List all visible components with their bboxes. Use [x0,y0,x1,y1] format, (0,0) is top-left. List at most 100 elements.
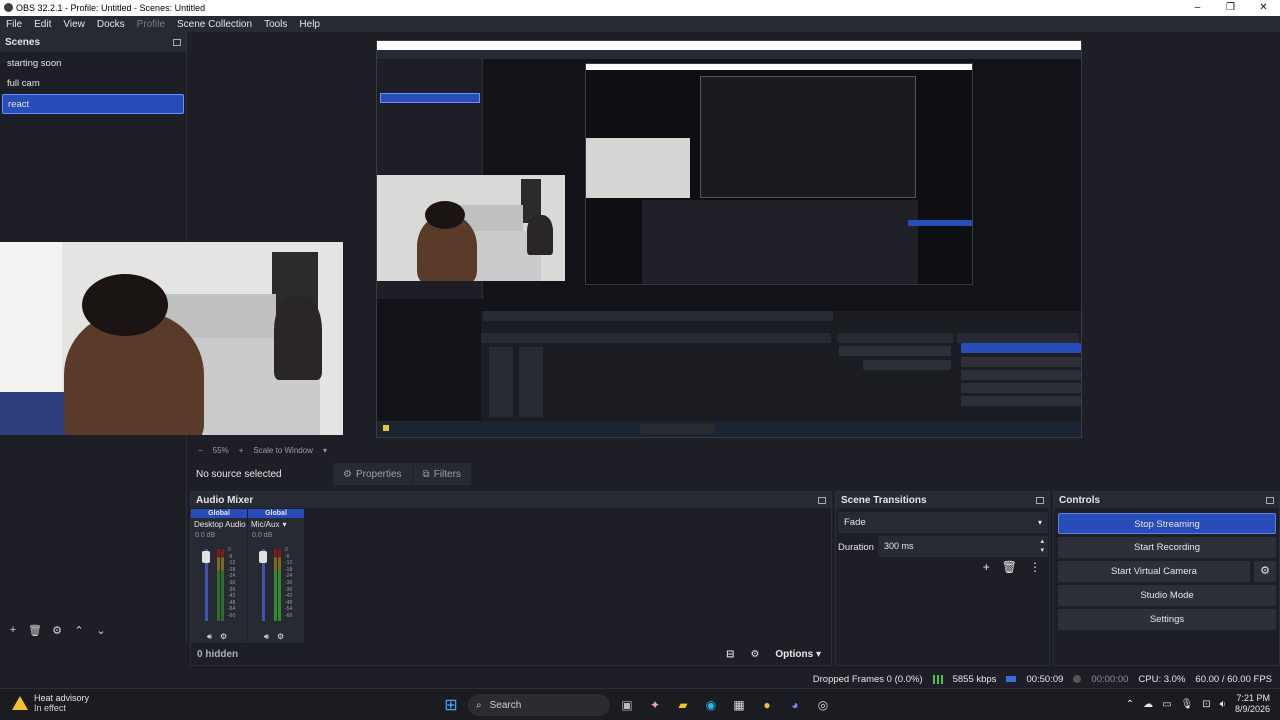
file-explorer-icon[interactable]: ▰ [672,694,694,716]
maximize-button[interactable]: ❐ [1214,0,1247,16]
chevron-down-icon[interactable]: ▾ [323,446,327,455]
start-virtual-camera-button[interactable]: Start Virtual Camera [1058,561,1250,582]
controls-header: Controls ⧉ [1054,492,1279,508]
transition-actions: + 🗑 ⋮ [983,560,1041,574]
volume-meter[interactable]: 0 -6 -12 -18 -24 -30 -36 -42 -48 -54 -60 [202,547,245,621]
scene-item-react[interactable]: react [2,94,184,114]
weather-title: Heat advisory [34,693,90,703]
volume-icon[interactable]: 🔉︎ [1220,699,1226,710]
speaker-icon[interactable]: 🔊︎ [264,632,269,642]
clock-time: 7:21 PM [1236,693,1270,703]
meter-scale-12: -12 [285,560,293,567]
preview-zoom-bar: − 55% + Scale to Window ▾ [188,442,893,458]
menu-file[interactable]: File [0,19,28,30]
channel-global-label: Global [191,509,247,518]
menu-edit[interactable]: Edit [28,19,57,30]
meter-scale-30: -30 [228,579,236,586]
settings-button[interactable]: Settings [1058,609,1276,630]
menu-docks[interactable]: Docks [91,19,131,30]
chevron-down-icon: ▾ [1037,518,1042,527]
clock-date: 8/9/2026 [1234,704,1270,714]
chevron-up-icon[interactable]: ⌃ [1126,699,1134,710]
undock-icon[interactable]: ⧉ [1036,496,1044,504]
spin-arrows-icon[interactable]: ▴ ▾ [1040,537,1044,555]
record-time: 00:00:00 [1091,673,1129,685]
menu-view[interactable]: View [57,19,91,30]
copilot-icon[interactable]: ✦ [644,694,666,716]
layout-icon[interactable]: ⊟ [726,649,734,660]
store-icon[interactable]: ▦ [728,694,750,716]
add-scene-icon[interactable]: + [4,624,22,636]
remove-scene-icon[interactable]: 🗑 [26,624,44,637]
network-icon[interactable]: ⊡ [1202,699,1210,710]
virtual-camera-settings-icon[interactable]: ⚙ [1254,561,1276,582]
move-up-icon[interactable]: ⌃ [70,624,88,637]
scene-filters-icon[interactable]: ⚙ [48,624,66,637]
scale-mode-select[interactable]: Scale to Window [253,446,313,455]
menu-tools[interactable]: Tools [258,19,293,30]
menu-scene-collection[interactable]: Scene Collection [171,19,258,30]
filters-button[interactable]: ⧉ Filters [411,463,471,485]
task-view-icon[interactable]: ▣ [616,694,638,716]
screen-capture-source[interactable] [376,40,1082,438]
zoom-out-icon[interactable]: − [198,446,203,455]
scene-item-full-cam[interactable]: full cam [2,74,184,94]
scenes-toolbar: + 🗑 ⚙ ⌃ ⌄ [0,618,187,642]
display-icon[interactable]: ▭ [1162,699,1171,710]
transition-select[interactable]: Fade ▾ [838,512,1048,533]
volume-meter[interactable]: 0 -6 -12 -18 -24 -30 -36 -42 -48 -54 -60 [259,547,302,621]
taskbar-search[interactable]: ⌕ Search [468,694,610,716]
channel-settings-icon[interactable]: ⚙ [277,632,284,642]
channel-name[interactable]: Desktop Audio ▾ [191,520,253,529]
warning-icon [12,696,28,710]
trash-icon[interactable]: 🗑 [1002,560,1017,574]
nested-docks [481,311,1081,429]
channel-volume-db: 0.0 dB [252,532,273,539]
channel-settings-icon[interactable]: ⚙ [220,632,227,642]
meter-scale-18: -18 [228,566,236,573]
windows-start-icon[interactable]: ⊞ [440,694,462,716]
more-options-icon[interactable]: ⋮ [1029,560,1041,574]
speaker-icon[interactable]: 🔊︎ [207,632,212,642]
microphone-icon[interactable]: 🎙︎ [1181,699,1194,710]
undock-icon[interactable]: ⧉ [1266,496,1274,504]
bitrate: 5855 kbps [952,673,997,685]
webcam-source[interactable] [0,242,343,435]
zoom-level: 55% [212,445,229,455]
edge-icon[interactable]: ◉ [700,694,722,716]
channel-name[interactable]: Mic/Aux ▾ [248,520,304,529]
minimize-button[interactable]: – [1181,0,1214,16]
meter-scale-48: -48 [228,599,236,606]
menu-help[interactable]: Help [293,19,326,30]
mixer-channel-desktop-audio: Global Desktop Audio ▾ 0.0 dB 0 -6 -12 -… [191,509,253,643]
advanced-audio-icon[interactable]: ⚙ [750,649,759,660]
windows-taskbar: Heat advisory In effect ⊞ ⌕ Search ▣ ✦ ▰… [0,688,1280,720]
properties-button[interactable]: ⚙ Properties [332,463,412,485]
scene-item-starting-soon[interactable]: starting soon [2,54,184,74]
options-button[interactable]: Options ▾ [775,649,821,660]
weather-widget[interactable]: Heat advisory In effect [12,693,89,713]
chrome-icon[interactable]: ● [756,694,778,716]
obs-taskbar-icon[interactable]: ◎ [812,694,834,716]
dropped-frames: Dropped Frames 0 (0.0%) [812,673,923,685]
start-recording-button[interactable]: Start Recording [1058,537,1276,558]
menu-profile[interactable]: Profile [131,19,171,30]
cloud-icon[interactable]: ☁ [1143,699,1153,710]
clock[interactable]: 7:21 PM 8/9/2026 [1235,693,1270,715]
zoom-in-icon[interactable]: + [239,446,244,455]
meter-scale-60: -60 [228,612,236,619]
mixer-channel-mic-aux: Global Mic/Aux ▾ 0.0 dB 0 -6 -12 -18 -24… [248,509,304,643]
studio-mode-button[interactable]: Studio Mode [1058,585,1276,606]
gear-icon: ⚙ [343,468,352,480]
add-transition-icon[interactable]: + [983,560,990,574]
discord-icon[interactable]: ◕ [784,694,806,716]
undock-icon[interactable]: ⧉ [173,38,181,46]
stop-streaming-button[interactable]: Stop Streaming [1058,513,1276,534]
stream-time: 00:50:09 [1026,673,1064,685]
meter-scale-42: -42 [228,593,236,600]
meter-scale-6: -6 [228,553,233,560]
duration-input[interactable]: 300 ms ▴ ▾ [878,536,1048,557]
move-down-icon[interactable]: ⌄ [92,624,110,637]
close-button[interactable]: ✕ [1247,0,1280,16]
undock-icon[interactable]: ⧉ [818,496,826,504]
